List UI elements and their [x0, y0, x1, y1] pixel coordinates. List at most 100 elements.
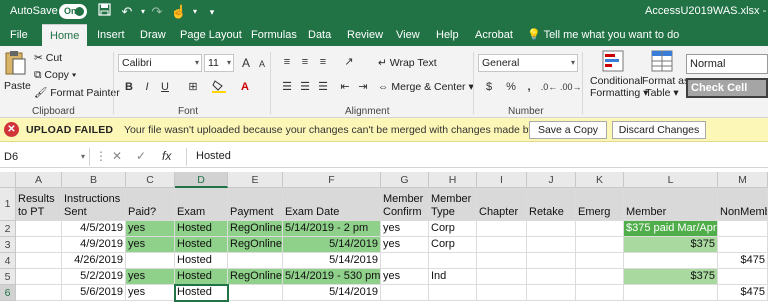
cell-b2[interactable]: 4/5/2019 — [62, 221, 126, 237]
cell-d2[interactable]: Hosted — [175, 221, 228, 237]
tab-formulas[interactable]: Formulas — [251, 24, 297, 46]
tab-review[interactable]: Review — [347, 24, 383, 46]
discard-changes-button[interactable]: Discard Changes — [612, 121, 706, 139]
column-header-k[interactable]: K — [576, 172, 624, 188]
cell-d4[interactable]: Hosted — [175, 253, 228, 269]
tab-home[interactable]: Home — [42, 24, 88, 46]
header-cell-exam-date[interactable]: Exam Date — [283, 188, 381, 221]
align-middle-icon[interactable]: ≡ — [296, 54, 314, 70]
cell-f6[interactable]: 5/14/2019 — [283, 285, 381, 301]
orientation-icon[interactable]: ↗ — [340, 54, 358, 70]
header-cell-payment[interactable]: Payment — [228, 188, 283, 221]
save-icon[interactable] — [95, 3, 113, 21]
increase-indent-icon[interactable]: ⇥ — [354, 79, 372, 95]
header-cell-paid[interactable]: Paid? — [126, 188, 175, 221]
increase-decimal-icon[interactable]: .0← — [540, 79, 558, 95]
cell-f4[interactable]: 5/14/2019 — [283, 253, 381, 269]
cell-e6[interactable] — [228, 285, 283, 301]
header-cell-chapter[interactable]: Chapter — [477, 188, 527, 221]
cell-l5[interactable]: $375 — [624, 269, 718, 285]
cell-k2[interactable] — [576, 221, 624, 237]
tab-help[interactable]: Help — [436, 24, 459, 46]
tab-draw[interactable]: Draw — [140, 24, 166, 46]
style-check-cell[interactable]: Check Cell — [686, 78, 768, 98]
currency-button[interactable]: $ — [480, 79, 498, 95]
comma-button[interactable]: , — [520, 79, 538, 95]
save-a-copy-button[interactable]: Save a Copy — [529, 121, 607, 139]
row-header-1[interactable]: 1 — [0, 188, 16, 221]
cell-g6[interactable] — [381, 285, 429, 301]
touch-dropdown-icon[interactable]: ▾ — [186, 3, 204, 21]
tab-insert[interactable]: Insert — [97, 24, 125, 46]
cell-f3[interactable]: 5/14/2019 — [283, 237, 381, 253]
cell-a3[interactable] — [16, 237, 62, 253]
tab-page-layout[interactable]: Page Layout — [180, 24, 242, 46]
fill-color-icon[interactable] — [210, 79, 228, 95]
cell-j2[interactable] — [527, 221, 576, 237]
format-painter-button[interactable]: 🖌 Format Painter — [34, 86, 120, 99]
column-header-m[interactable]: M — [718, 172, 768, 188]
cell-m3[interactable] — [718, 237, 768, 253]
cell-j6[interactable] — [527, 285, 576, 301]
copy-button[interactable]: ⧉ Copy ▾ — [34, 69, 76, 82]
cell-k3[interactable] — [576, 237, 624, 253]
cell-l3[interactable]: $375 — [624, 237, 718, 253]
cell-c2[interactable]: yes — [126, 221, 175, 237]
wrap-text-button[interactable]: ↵ Wrap Text — [378, 57, 437, 69]
format-as-table-button[interactable]: Format as Table ▾ — [642, 50, 689, 106]
cell-h6[interactable] — [429, 285, 477, 301]
font-name-select[interactable]: Calibri ▾ — [118, 54, 202, 72]
cell-g5[interactable]: yes — [381, 269, 429, 285]
cell-d3[interactable]: Hosted — [175, 237, 228, 253]
column-header-e[interactable]: E — [228, 172, 283, 188]
header-cell-instructions[interactable]: Instructions Sent — [62, 188, 126, 221]
cell-h3[interactable]: Corp — [429, 237, 477, 253]
cell-e4[interactable] — [228, 253, 283, 269]
merge-center-button[interactable]: ⇔ Merge & Center ▾ — [378, 81, 474, 93]
cell-m6[interactable]: $475 — [718, 285, 768, 301]
cell-f5[interactable]: 5/14/2019 - 530 pm — [283, 269, 381, 285]
row-header-4[interactable]: 4 — [0, 253, 16, 269]
column-header-j[interactable]: J — [527, 172, 576, 188]
cell-i3[interactable] — [477, 237, 527, 253]
tell-me-search[interactable]: 💡 Tell me what you want to do — [527, 24, 679, 46]
column-header-g[interactable]: G — [381, 172, 429, 188]
cancel-icon[interactable]: ✕ — [112, 149, 122, 163]
cell-a6[interactable] — [16, 285, 62, 301]
cell-b3[interactable]: 4/9/2019 — [62, 237, 126, 253]
header-cell-exam[interactable]: Exam — [175, 188, 228, 221]
header-cell-retake[interactable]: Retake — [527, 188, 576, 221]
row-header-5[interactable]: 5 — [0, 269, 16, 285]
tab-data[interactable]: Data — [308, 24, 331, 46]
cell-i6[interactable] — [477, 285, 527, 301]
cell-g4[interactable] — [381, 253, 429, 269]
cell-m2[interactable] — [718, 221, 768, 237]
decrease-decimal-icon[interactable]: .00→ — [560, 79, 582, 95]
cell-a5[interactable] — [16, 269, 62, 285]
insert-function-icon[interactable]: fx — [162, 149, 171, 163]
header-cell-results[interactable]: Results to PT — [16, 188, 62, 221]
align-bottom-icon[interactable]: ≡ — [314, 54, 332, 70]
header-cell-emerg[interactable]: Emerg — [576, 188, 624, 221]
cell-a4[interactable] — [16, 253, 62, 269]
formula-content[interactable]: Hosted — [196, 150, 231, 162]
column-header-l[interactable]: L — [624, 172, 718, 188]
tab-file[interactable]: File — [10, 24, 28, 46]
cell-h4[interactable] — [429, 253, 477, 269]
name-box[interactable]: D6 ▾ — [0, 148, 90, 166]
italic-button[interactable]: I — [138, 79, 156, 95]
customize-toolbar-icon[interactable]: ▾ — [203, 3, 221, 21]
number-format-select[interactable]: General ▾ — [478, 54, 578, 72]
cell-g3[interactable]: yes — [381, 237, 429, 253]
cell-h5[interactable]: Ind — [429, 269, 477, 285]
select-all-corner[interactable] — [0, 172, 16, 188]
cell-e2[interactable]: RegOnline — [228, 221, 283, 237]
align-center-icon[interactable]: ☰ — [296, 79, 314, 95]
column-header-i[interactable]: I — [477, 172, 527, 188]
cell-g2[interactable]: yes — [381, 221, 429, 237]
cell-j5[interactable] — [527, 269, 576, 285]
cell-b5[interactable]: 5/2/2019 — [62, 269, 126, 285]
cell-f2[interactable]: 5/14/2019 - 2 pm — [283, 221, 381, 237]
cell-c5[interactable]: yes — [126, 269, 175, 285]
bold-button[interactable]: B — [120, 79, 138, 95]
